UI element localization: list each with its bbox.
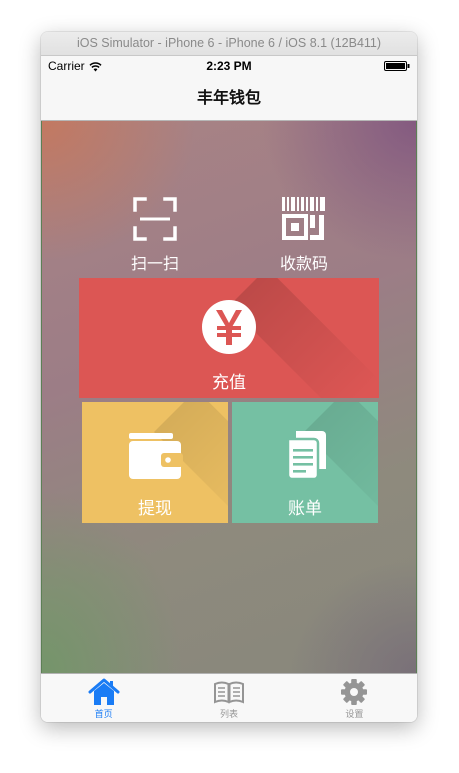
bill-label: 账单	[288, 499, 322, 519]
yen-icon	[202, 300, 256, 354]
tab-settings[interactable]: 设置	[292, 674, 417, 722]
wallet-icon	[129, 433, 183, 479]
scan-button[interactable]: 扫一扫	[95, 196, 215, 274]
page-title: 丰年钱包	[196, 88, 261, 107]
main-content: 扫一扫 收款码 充值 提现 账单	[41, 121, 417, 673]
tab-list-label: 列表	[219, 710, 238, 720]
home-icon	[88, 678, 120, 705]
scan-label: 扫一扫	[130, 254, 179, 273]
status-time: 2:23 PM	[206, 59, 252, 73]
bill-tile[interactable]: 账单	[232, 402, 378, 523]
window-title: iOS Simulator - iPhone 6 - iPhone 6 / iO…	[41, 32, 417, 56]
document-icon	[286, 431, 326, 481]
scan-icon	[133, 197, 177, 241]
tab-home-label: 首页	[94, 710, 113, 720]
navigation-bar: 丰年钱包	[41, 76, 417, 121]
receive-code-button[interactable]: 收款码	[244, 196, 364, 274]
battery-icon	[384, 61, 410, 71]
simulator-window: iOS Simulator - iPhone 6 - iPhone 6 / iO…	[41, 32, 417, 722]
withdraw-tile[interactable]: 提现	[82, 402, 228, 523]
tab-list[interactable]: 列表	[166, 674, 291, 722]
tab-bar: 首页 列表 设置	[41, 673, 417, 722]
tab-settings-label: 设置	[345, 710, 364, 720]
qr-code-icon	[282, 197, 325, 240]
phone-screen: Carrier 2:23 PM 丰年钱包 扫一扫 收款码 充值 提现 账单 首页…	[41, 56, 417, 722]
receive-code-label: 收款码	[279, 254, 328, 273]
status-bar: Carrier 2:23 PM	[41, 56, 417, 76]
withdraw-label: 提现	[138, 499, 172, 519]
tab-home[interactable]: 首页	[41, 674, 166, 722]
recharge-tile[interactable]: 充值	[79, 278, 379, 398]
gear-icon	[341, 679, 368, 705]
recharge-label: 充值	[212, 373, 246, 393]
book-icon	[213, 681, 244, 704]
